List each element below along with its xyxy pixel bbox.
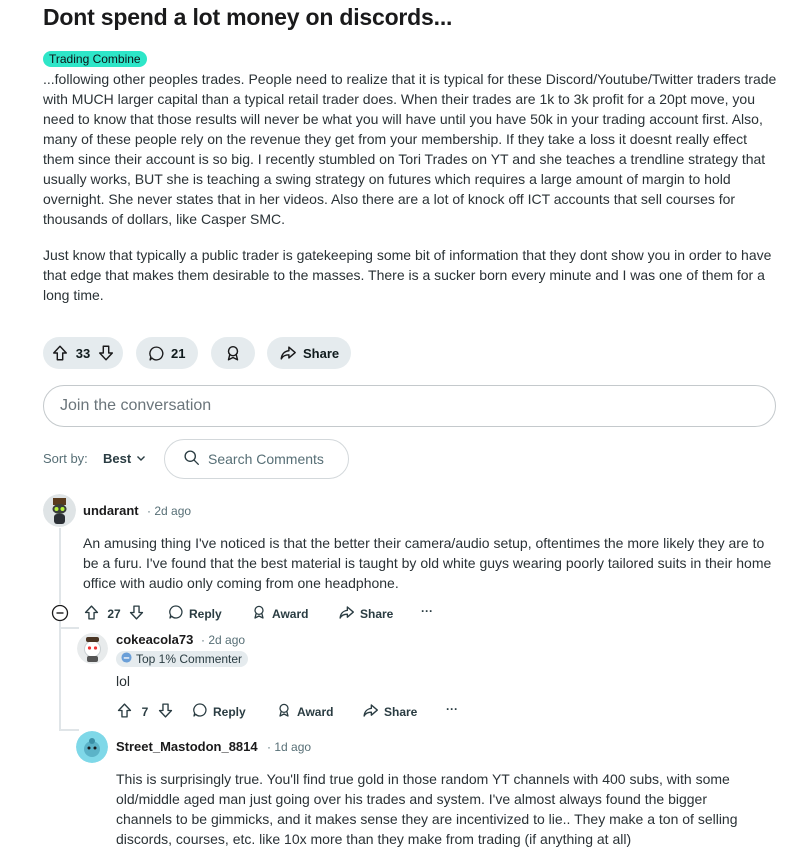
- comment-vote-control: 7: [116, 702, 174, 722]
- share-button[interactable]: Share: [338, 604, 393, 624]
- reply-button[interactable]: Reply: [192, 702, 246, 721]
- comment-bubble-icon: [148, 345, 165, 362]
- downvote-icon[interactable]: [128, 604, 145, 624]
- comment-time-text: 1d ago: [274, 740, 312, 754]
- downvote-icon[interactable]: [157, 702, 174, 722]
- share-icon: [279, 344, 297, 362]
- comment-body: lol: [116, 673, 131, 689]
- award-icon: [276, 702, 292, 721]
- share-icon: [338, 604, 355, 624]
- award-label: Award: [272, 606, 309, 621]
- comment-body: This is surprisingly true. You'll find t…: [116, 771, 738, 847]
- badge-label: Top 1% Commenter: [136, 652, 243, 666]
- share-button[interactable]: Share: [362, 702, 417, 722]
- vote-count: 33: [75, 345, 91, 361]
- comments-button[interactable]: 21: [136, 337, 198, 369]
- reply-button[interactable]: Reply: [168, 604, 222, 623]
- share-label: Share: [303, 345, 340, 361]
- more-options-button[interactable]: ···: [446, 702, 458, 716]
- collapse-icon[interactable]: [51, 604, 69, 627]
- thread-branch: [59, 627, 79, 629]
- upvote-icon[interactable]: [51, 344, 69, 362]
- post-body-paragraph: ...following other peoples trades. Peopl…: [43, 71, 777, 227]
- sort-value: Best: [103, 451, 132, 466]
- reply-label: Reply: [189, 606, 222, 621]
- thread-branch: [59, 729, 79, 731]
- join-conversation-input[interactable]: [43, 385, 776, 427]
- thread-line: [59, 621, 61, 731]
- upvote-icon[interactable]: [116, 702, 133, 722]
- comment-author[interactable]: Street_Mastodon_8814: [116, 739, 258, 754]
- sort-dropdown[interactable]: Best: [103, 451, 146, 466]
- comment-time: · 1d ago: [267, 740, 312, 754]
- thread-line: [59, 528, 61, 604]
- reply-label: Reply: [213, 704, 246, 719]
- avatar[interactable]: [76, 731, 108, 763]
- comment-body: An amusing thing I've noticed is that th…: [83, 535, 772, 591]
- post-flair[interactable]: Trading Combine: [43, 51, 147, 67]
- share-label: Share: [384, 705, 418, 719]
- more-icon: ···: [446, 702, 458, 716]
- downvote-icon[interactable]: [97, 344, 115, 362]
- more-options-button[interactable]: ···: [421, 604, 433, 618]
- upvote-icon[interactable]: [83, 604, 100, 624]
- award-button[interactable]: Award: [276, 702, 333, 721]
- post-body-paragraph: Just know that typically a public trader…: [43, 247, 772, 303]
- avatar[interactable]: [77, 633, 108, 664]
- comment-time-text: 2d ago: [154, 504, 192, 518]
- search-icon: [183, 449, 200, 469]
- comment-count: 21: [171, 345, 186, 361]
- avatar[interactable]: [43, 494, 76, 527]
- award-label: Award: [297, 704, 334, 719]
- award-button[interactable]: [211, 337, 255, 369]
- comment-bubble-icon: [192, 702, 208, 721]
- comment-vote-control: 27: [83, 604, 145, 624]
- share-label: Share: [360, 607, 394, 621]
- comment-bubble-icon: [168, 604, 184, 623]
- vote-count: 7: [141, 705, 149, 719]
- search-comments-placeholder: Search Comments: [208, 451, 324, 467]
- sort-label: Sort by:: [43, 451, 88, 466]
- search-comments-field[interactable]: Search Comments: [164, 439, 349, 479]
- award-button[interactable]: Award: [251, 604, 308, 623]
- more-icon: ···: [421, 604, 433, 618]
- share-icon: [362, 702, 379, 722]
- vote-count: 27: [107, 607, 121, 621]
- comment-author[interactable]: undarant: [83, 503, 139, 518]
- comment-time-text: 2d ago: [208, 633, 246, 647]
- comment-author[interactable]: cokeacola73: [116, 632, 193, 647]
- top-commenter-badge: Top 1% Commenter: [116, 651, 249, 667]
- share-button[interactable]: Share: [267, 337, 351, 369]
- post-vote-control: 33: [43, 337, 123, 369]
- post-title: Dont spend a lot money on discords...: [43, 4, 453, 30]
- award-icon: [224, 344, 242, 362]
- commenter-badge-icon: [121, 652, 132, 666]
- comment-time: · 2d ago: [201, 633, 246, 647]
- chevron-down-icon: [136, 451, 146, 466]
- comment-time: · 2d ago: [147, 504, 192, 518]
- award-icon: [251, 604, 267, 623]
